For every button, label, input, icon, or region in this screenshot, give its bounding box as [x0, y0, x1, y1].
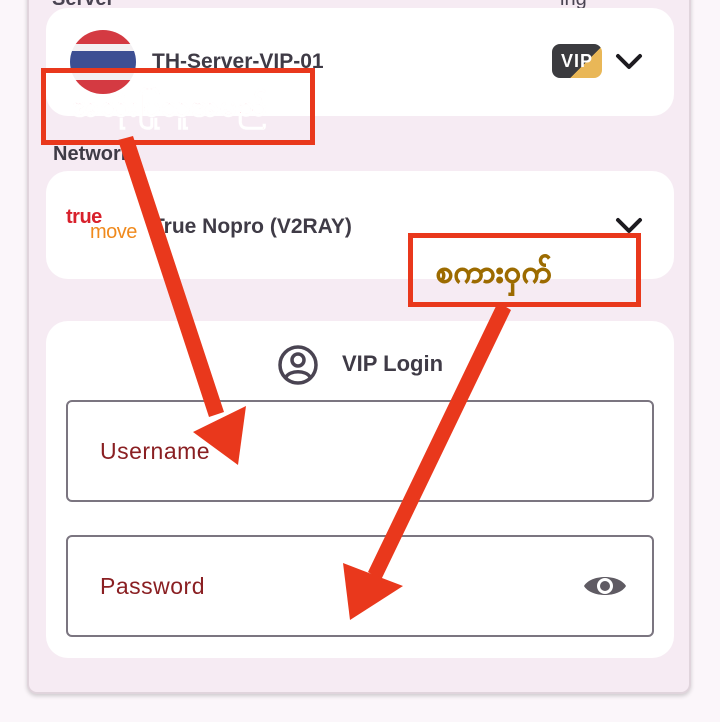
vip-badge: VIP — [552, 44, 602, 78]
annotation-label-password: စကားဝှက် — [435, 256, 553, 290]
truemove-logo: true move — [66, 206, 138, 244]
password-placeholder: Password — [100, 573, 205, 599]
username-placeholder: Username — [100, 438, 211, 464]
login-title: VIP Login — [342, 351, 444, 376]
network-name: True Nopro (V2RAY) — [152, 215, 352, 238]
account-circle-icon — [278, 345, 318, 385]
annotation-label-username: အသုံးပြုသူအမည် — [72, 90, 268, 124]
username-input[interactable]: Username — [66, 400, 654, 502]
eye-icon[interactable] — [582, 570, 628, 602]
chevron-down-icon[interactable] — [614, 51, 644, 73]
truemove-logo-move: move — [90, 221, 137, 243]
network-section-label: Network — [53, 143, 132, 165]
password-input[interactable]: Password — [66, 535, 654, 637]
